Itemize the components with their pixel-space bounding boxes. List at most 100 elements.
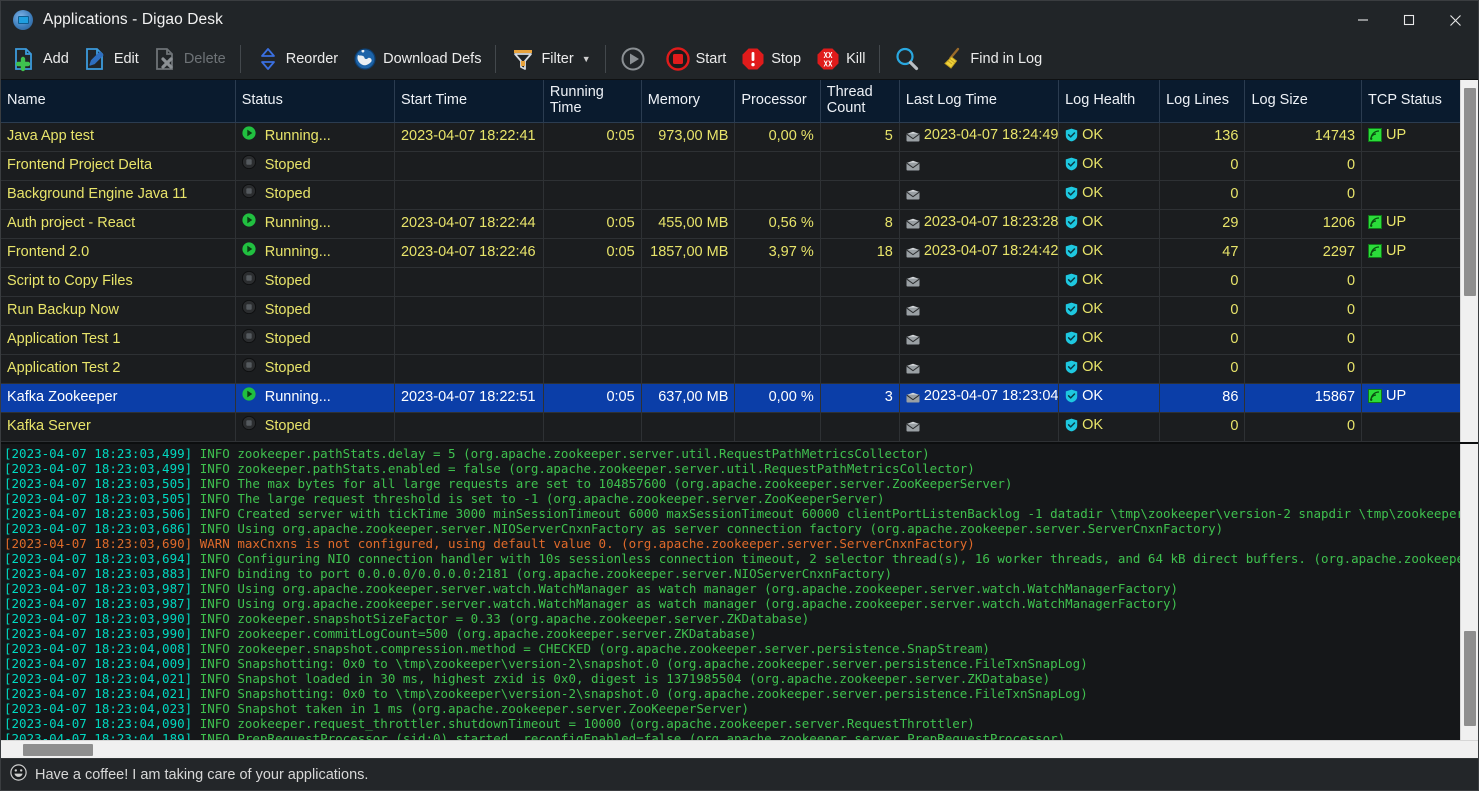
column-header-tcp-status[interactable]: TCP Status bbox=[1361, 80, 1460, 123]
log-timestamp: [2023-04-07 18:23:03,690] bbox=[4, 535, 193, 551]
table-row[interactable]: Run Backup Now Stoped OK 0 0 bbox=[1, 296, 1460, 326]
table-row[interactable]: Script to Copy Files Stoped OK 0 0 bbox=[1, 267, 1460, 297]
status-label: Running... bbox=[264, 215, 331, 231]
kill-icon bbox=[740, 46, 766, 72]
cell-memory bbox=[641, 267, 736, 297]
cell-start-time bbox=[394, 151, 544, 181]
log-level: INFO bbox=[199, 505, 230, 521]
table-row[interactable]: Frontend 2.0 Running... 2023-04-07 18:22:4… bbox=[1, 238, 1460, 268]
column-header-log-health[interactable]: Log Health bbox=[1058, 80, 1161, 123]
cell-tcp-status: UP bbox=[1361, 383, 1460, 413]
table-row[interactable]: Auth project - React Running... 2023-04-07… bbox=[1, 209, 1460, 239]
cell-name: Frontend Project Delta bbox=[1, 151, 236, 181]
reorder-button[interactable]: Reorder bbox=[248, 41, 345, 77]
delete-button[interactable]: Delete bbox=[146, 41, 233, 77]
log-scroll-thumb[interactable] bbox=[1464, 631, 1476, 726]
log-timestamp: [2023-04-07 18:23:03,987] bbox=[4, 580, 193, 596]
column-header-memory[interactable]: Memory bbox=[641, 80, 736, 123]
filter-button[interactable]: Filter ▼ bbox=[503, 41, 597, 77]
cell-name: Background Engine Java 11 bbox=[1, 180, 236, 210]
log-message: Snapshot loaded in 30 ms, highest zxid i… bbox=[229, 670, 1051, 686]
download-defs-button[interactable]: Download Defs bbox=[345, 41, 488, 77]
shield-check-icon bbox=[1065, 330, 1078, 353]
cell-log-lines: 0 bbox=[1159, 354, 1246, 384]
log-timestamp: [2023-04-07 18:23:04,090] bbox=[4, 715, 193, 731]
applications-grid: Name Status Start Time Running Time Memo… bbox=[1, 80, 1478, 442]
cell-log-health: OK bbox=[1058, 354, 1161, 384]
column-header-running-time[interactable]: Running Time bbox=[543, 80, 642, 123]
download-defs-label: Download Defs bbox=[383, 51, 482, 67]
table-row[interactable]: Frontend Project Delta Stoped OK 0 0 bbox=[1, 151, 1460, 181]
cell-processor bbox=[734, 267, 821, 297]
log-timestamp: [2023-04-07 18:23:03,506] bbox=[4, 505, 193, 521]
log-level: WARN bbox=[199, 535, 230, 551]
start-button[interactable] bbox=[613, 41, 658, 77]
toolbar-separator bbox=[495, 45, 497, 73]
table-row[interactable]: Kafka Zookeeper Running... 2023-04-07 18:2… bbox=[1, 383, 1460, 413]
kill-button[interactable]: Stop bbox=[733, 41, 808, 77]
cell-log-size: 0 bbox=[1244, 267, 1363, 297]
cell-processor: 3,97 % bbox=[734, 238, 821, 268]
column-header-processor[interactable]: Processor bbox=[734, 80, 821, 123]
log-level: INFO bbox=[199, 625, 230, 641]
column-header-log-lines[interactable]: Log Lines bbox=[1159, 80, 1246, 123]
cell-status: Running... bbox=[235, 238, 395, 268]
chevron-down-icon[interactable]: ▼ bbox=[582, 54, 591, 64]
log-vertical-scrollbar[interactable] bbox=[1460, 443, 1478, 740]
column-header-log-size[interactable]: Log Size bbox=[1244, 80, 1363, 123]
log-timestamp: [2023-04-07 18:23:04,023] bbox=[4, 700, 193, 716]
status-label: Stoped bbox=[264, 186, 311, 202]
maximize-icon[interactable] bbox=[1386, 1, 1432, 39]
cell-name: Kafka Zookeeper bbox=[1, 383, 236, 413]
play-icon bbox=[242, 386, 256, 409]
cell-start-time: 2023-04-07 18:22:41 bbox=[394, 122, 544, 152]
stopped-icon bbox=[241, 154, 256, 177]
log-line: [2023-04-07 18:23:03,694] INFO Configuri… bbox=[4, 551, 1460, 566]
edit-button[interactable]: Edit bbox=[76, 41, 146, 77]
cell-memory: 455,00 MB bbox=[641, 209, 736, 239]
table-row[interactable]: Java App test Running... 2023-04-07 18:22:… bbox=[1, 122, 1460, 152]
cell-tcp-status bbox=[1361, 267, 1460, 297]
cell-thread-count: 5 bbox=[820, 122, 900, 152]
cell-thread-count bbox=[820, 267, 900, 297]
minimize-icon[interactable] bbox=[1340, 1, 1386, 39]
cell-start-time: 2023-04-07 18:22:51 bbox=[394, 383, 544, 413]
log-panel: [2023-04-07 18:23:03,499] INFO zookeeper… bbox=[1, 441, 1478, 741]
log-line: [2023-04-07 18:23:03,690] WARN maxCnxns … bbox=[4, 536, 1460, 551]
log-message: Using org.apache.zookeeper.server.watch.… bbox=[229, 595, 1179, 611]
table-row[interactable]: Application Test 2 Stoped OK 0 0 bbox=[1, 354, 1460, 384]
column-header-last-log-time[interactable]: Last Log Time bbox=[899, 80, 1060, 123]
column-header-name[interactable]: Name bbox=[1, 80, 236, 123]
add-button[interactable]: Add bbox=[5, 41, 76, 77]
log-output[interactable]: [2023-04-07 18:23:03,499] INFO zookeeper… bbox=[1, 444, 1460, 741]
mail-icon bbox=[906, 388, 920, 411]
grid-body: Java App test Running... 2023-04-07 18:22:… bbox=[1, 122, 1460, 442]
stop-button[interactable]: Start bbox=[658, 41, 734, 77]
clear-log-button[interactable]: Find in Log bbox=[932, 41, 1049, 77]
cell-tcp-status bbox=[1361, 325, 1460, 355]
cell-running-time: 0:05 bbox=[543, 383, 642, 413]
log-horizontal-scrollbar[interactable] bbox=[1, 740, 1478, 758]
cell-status: Stoped bbox=[235, 412, 395, 442]
close-icon[interactable] bbox=[1432, 1, 1478, 39]
log-level: INFO bbox=[199, 640, 230, 656]
cell-running-time bbox=[543, 180, 642, 210]
column-header-status[interactable]: Status bbox=[235, 80, 395, 123]
table-row[interactable]: Background Engine Java 11 Stoped OK 0 0 bbox=[1, 180, 1460, 210]
cell-thread-count: 3 bbox=[820, 383, 900, 413]
table-row[interactable]: Application Test 1 Stoped OK 0 0 bbox=[1, 325, 1460, 355]
column-header-start-time[interactable]: Start Time bbox=[394, 80, 544, 123]
column-header-thread-count[interactable]: Thread Count bbox=[820, 80, 900, 123]
table-row[interactable]: Kafka Server Stoped OK 0 0 bbox=[1, 412, 1460, 442]
cell-running-time bbox=[543, 267, 642, 297]
stop-all-button[interactable]: XX XX Kill bbox=[808, 41, 872, 77]
log-hscroll-thumb[interactable] bbox=[23, 744, 93, 756]
grid-vertical-scrollbar[interactable] bbox=[1460, 80, 1478, 442]
find-in-log-button[interactable] bbox=[887, 41, 932, 77]
grid-scroll-thumb[interactable] bbox=[1464, 88, 1476, 296]
cell-thread-count: 8 bbox=[820, 209, 900, 239]
log-line: [2023-04-07 18:23:04,008] INFO zookeeper… bbox=[4, 641, 1460, 656]
log-level: INFO bbox=[199, 610, 230, 626]
mail-icon bbox=[906, 243, 920, 266]
status-label: Running... bbox=[264, 128, 331, 144]
